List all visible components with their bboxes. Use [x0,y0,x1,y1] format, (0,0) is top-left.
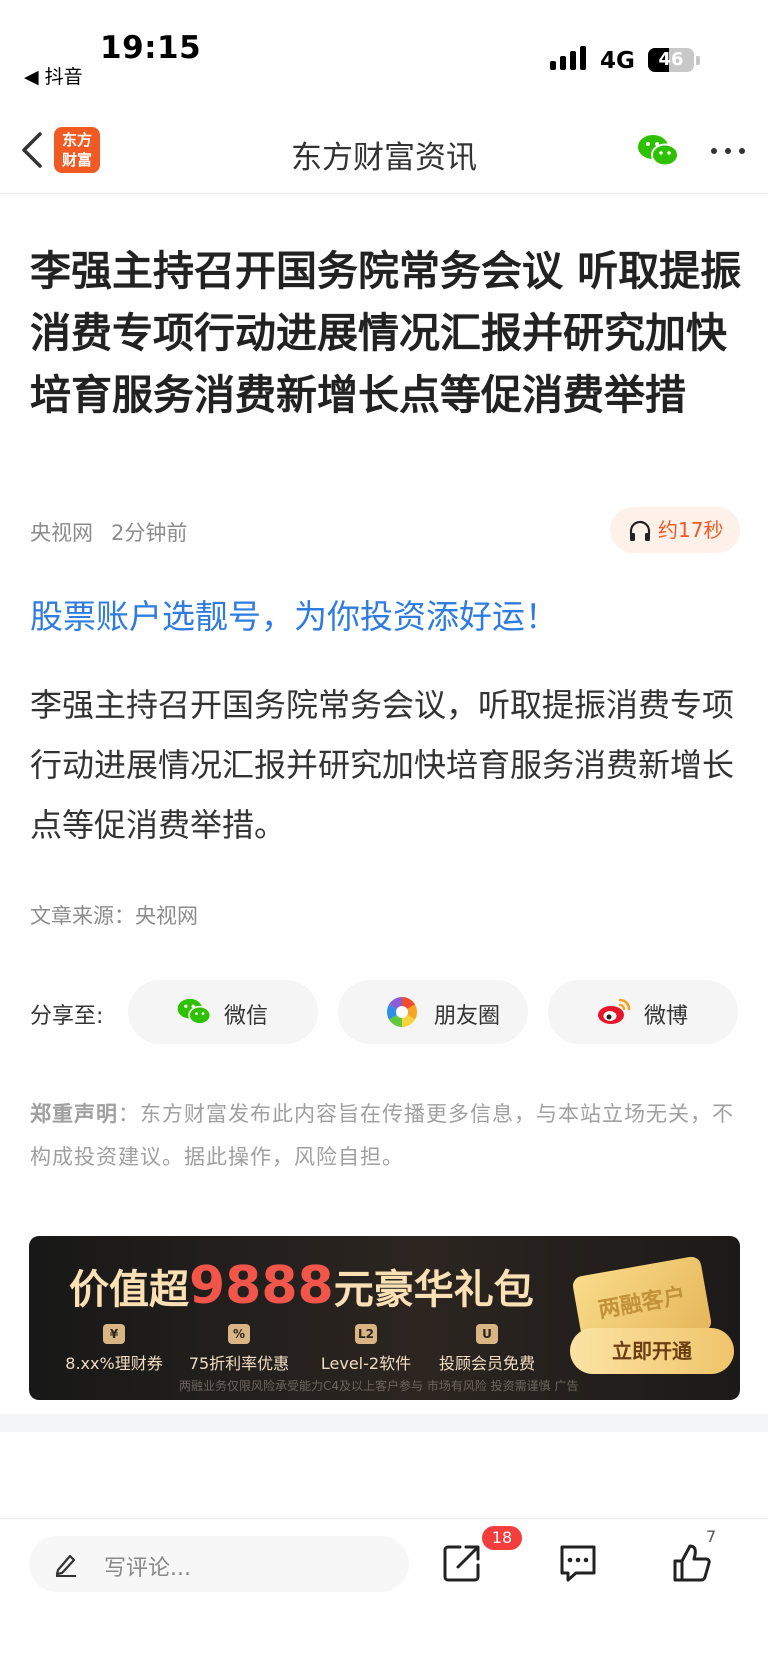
nav-bar: 东方 财富 东方财富资讯 [0,110,768,194]
advisor-icon: U [476,1324,498,1344]
banner-feature: % 75折利率优惠 [174,1324,304,1374]
share-moments-button[interactable]: 朋友圈 [338,980,528,1044]
audio-duration: 约17秒 [658,518,724,542]
banner-feature-label: 8.xx%理财券 [65,1354,163,1373]
more-options-icon[interactable] [706,136,750,166]
status-time: 19:15 [100,30,202,66]
banner-title-post: 元豪华礼包 [333,1267,534,1313]
banner-title-number: 9888 [189,1256,334,1316]
banner-title: 价值超9888元豪华礼包 [69,1256,534,1316]
ad-banner[interactable]: 价值超9888元豪华礼包 ¥8.xx%理财券 % 75折利率优惠 L2 Level-… [29,1236,740,1400]
banner-feature-label: 75折利率优惠 [188,1354,290,1373]
disclaimer: 郑重声明：东方财富发布此内容旨在传播更多信息，与本站立场无关，不构成投资建议。据… [30,1093,742,1179]
share-wechat-button[interactable]: 微信 [128,980,318,1044]
share-weibo-label: 微博 [644,1004,689,1029]
share-wechat-label: 微信 [224,1004,269,1029]
share-label: 分享至: [30,1004,104,1029]
back-to-app-link[interactable]: ◀ 抖音 [24,62,83,89]
like-thumb-icon[interactable] [670,1541,714,1585]
battery-cap [696,56,700,65]
wechat-share-icon[interactable] [636,132,680,170]
article-meta: 央视网 2分钟前 [30,517,187,547]
banner-footnote: 两融业务仅限风险承受能力C4及以上客户参与 市场有风险 投资需谨慎 广告 [179,1379,579,1393]
comment-icon[interactable] [556,1541,600,1585]
like-count: 7 [706,1527,717,1546]
audio-play-button[interactable]: 约17秒 [610,507,740,553]
comment-input[interactable]: 写评论... [29,1536,409,1592]
share-moments-label: 朋友圈 [434,1004,501,1029]
banner-feature-label: 投顾会员免费 [438,1354,535,1373]
share-weibo-button[interactable]: 微博 [548,980,738,1044]
banner-feature-label: Level-2软件 [320,1354,412,1373]
weibo-icon [598,998,631,1024]
wechat-icon [177,998,212,1025]
pencil-icon [55,1554,76,1577]
share-count-badge: 18 [482,1526,522,1550]
share-out-icon[interactable] [440,1541,484,1585]
coupon-icon: ¥ [103,1324,125,1344]
banner-feature: L2 Level-2软件 [311,1324,421,1374]
status-bar: 19:15 ◀ 抖音 4G 46 [0,0,768,100]
disclaimer-title: 郑重声明 [30,1102,118,1126]
section-divider [0,1414,768,1432]
discount-icon: % [228,1324,250,1344]
article-source: 央视网 [30,521,93,545]
article-body: 李强主持召开国务院常务会议，听取提振消费专项行动进展情况汇报并研究加快培育服务消… [30,686,735,844]
banner-features: ¥8.xx%理财券 % 75折利率优惠 L2 Level-2软件 U 投顾会员免费 [59,1324,559,1374]
bottom-action-bar: 写评论... 18 7 [0,1518,768,1628]
article-origin: 文章来源：央视网 [30,904,198,928]
comment-placeholder: 写评论... [104,1556,191,1581]
moments-icon [386,997,418,1027]
banner-feature: ¥8.xx%理财券 [59,1324,169,1374]
banner-feature: U 投顾会员免费 [427,1324,547,1374]
network-type: 4G [600,48,635,74]
disclaimer-text: ：东方财富发布此内容旨在传播更多信息，与本站立场无关，不构成投资建议。据此操作，… [30,1102,734,1169]
article-headline: 李强主持召开国务院常务会议 听取提振消费专项行动进展情况汇报并研究加快培育服务消… [30,247,742,419]
banner-title-pre: 价值超 [69,1267,189,1313]
article-time: 2分钟前 [111,521,188,545]
battery-level: 46 [658,49,684,70]
battery-icon: 46 [648,48,694,72]
banner-open-button[interactable]: 立即开通 [570,1328,734,1374]
cellular-signal-icon [550,46,588,70]
level2-icon: L2 [355,1324,377,1344]
headphones-icon [629,520,651,541]
promo-link[interactable]: 股票账户选靓号，为你投资添好运！ [30,590,558,638]
